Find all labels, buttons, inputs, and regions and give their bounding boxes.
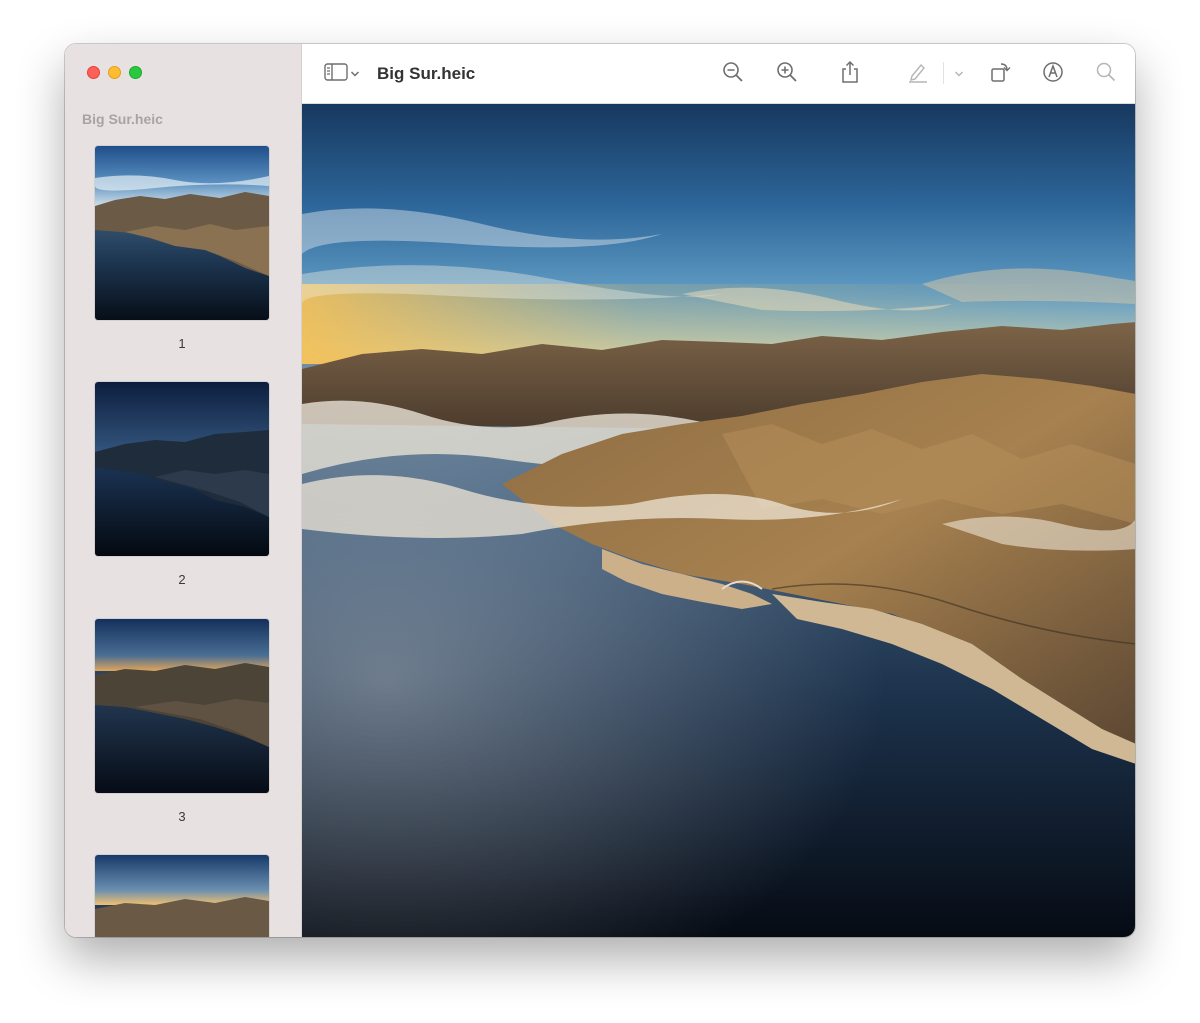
chevron-down-icon: [954, 65, 964, 83]
zoom-in-icon: [776, 61, 798, 88]
window-controls: [87, 66, 142, 79]
page-thumbnail-3[interactable]: 3: [95, 619, 269, 824]
page-thumbnail-2[interactable]: 2: [95, 382, 269, 587]
sidebar-icon: [324, 62, 348, 86]
minimize-button[interactable]: [108, 66, 121, 79]
preview-window: Big Sur.heic 1 2 3 Big Sur.heic: [65, 44, 1135, 937]
zoom-out-icon: [722, 61, 744, 88]
close-button[interactable]: [87, 66, 100, 79]
zoom-out-button[interactable]: [720, 61, 746, 87]
thumbnail-image: [95, 382, 269, 556]
page-thumbnail-1[interactable]: 1: [95, 146, 269, 351]
thumbnail-sidebar: Big Sur.heic 1 2 3: [65, 44, 302, 937]
thumbnail-label: 3: [178, 809, 186, 824]
search-icon: [1095, 61, 1117, 88]
zoom-button[interactable]: [129, 66, 142, 79]
thumbnail-label: 2: [178, 572, 186, 587]
highlight-icon: [907, 61, 929, 88]
chevron-down-icon: [350, 65, 360, 83]
sidebar-title: Big Sur.heic: [82, 111, 163, 127]
toolbar-separator: [943, 62, 944, 84]
thumbnail-label: 1: [178, 336, 186, 351]
rotate-button[interactable]: [987, 61, 1013, 87]
highlight-menu-button[interactable]: [949, 61, 969, 87]
thumbnail-image: [95, 146, 269, 320]
big-sur-image: [302, 104, 1135, 937]
share-icon: [840, 60, 860, 89]
search-button[interactable]: [1093, 61, 1119, 87]
highlight-button[interactable]: [905, 61, 931, 87]
markup-button[interactable]: [1040, 61, 1066, 87]
zoom-in-button[interactable]: [774, 61, 800, 87]
rotate-icon: [989, 61, 1011, 88]
thumbnail-image: [95, 619, 269, 793]
page-thumbnail-4[interactable]: [95, 855, 269, 937]
thumbnail-image: [95, 855, 269, 937]
document-title: Big Sur.heic: [377, 64, 476, 83]
markup-icon: [1042, 61, 1064, 88]
toolbar: Big Sur.heic: [302, 44, 1135, 104]
share-button[interactable]: [837, 60, 863, 89]
sidebar-menu-button[interactable]: [348, 61, 362, 87]
sidebar-toggle-button[interactable]: [322, 61, 350, 87]
image-viewer[interactable]: [302, 104, 1135, 937]
